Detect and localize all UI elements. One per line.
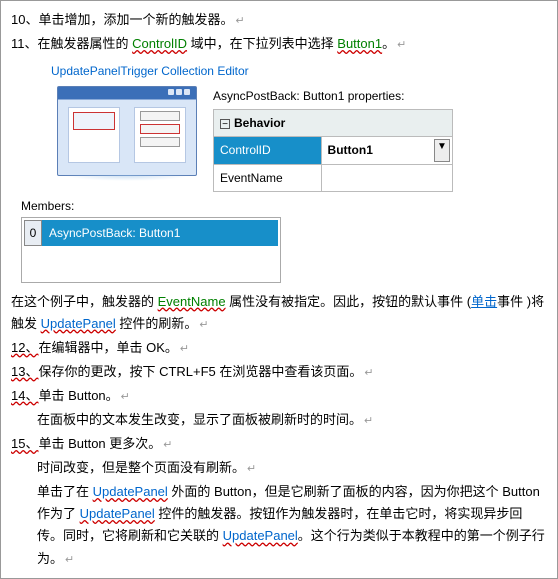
editor-preview: [57, 86, 197, 176]
editor-title: UpdatePanelTrigger Collection Editor: [51, 61, 547, 81]
step-text: 单击 Button。: [38, 388, 118, 403]
step-text: 在编辑器中，单击 OK。: [38, 340, 177, 355]
step-text: 单击增加，添加一个新的触发器。: [38, 12, 233, 27]
window-controls-icon: [168, 89, 190, 95]
member-label: AsyncPostBack: Button1: [42, 220, 278, 246]
return-mark: ↵: [397, 39, 406, 51]
updatepanel-link[interactable]: UpdatePanel: [223, 528, 298, 543]
return-mark: ↵: [364, 415, 373, 427]
t: 控件的刷新。: [116, 316, 198, 331]
explain-para: 在这个例子中，触发器的 EventName 属性没有被指定。因此，按钮的默认事件…: [11, 291, 547, 335]
step-14-sub: 在面板中的文本发生改变，显示了面板被刷新时的时间。↵: [37, 409, 547, 431]
behavior-label: Behavior: [234, 116, 285, 130]
t: 。: [382, 36, 395, 51]
return-mark: ↵: [121, 391, 130, 403]
click-link[interactable]: 单击: [471, 294, 497, 309]
members-listbox[interactable]: 0 AsyncPostBack: Button1: [21, 217, 281, 283]
return-mark: ↵: [163, 439, 172, 451]
updatepanel-link[interactable]: UpdatePanel: [80, 506, 155, 521]
editor-figure: UpdatePanelTrigger Collection Editor Asy…: [11, 61, 547, 282]
step-num: 10、: [11, 12, 38, 27]
step-text: 保存你的更改，按下 CTRL+F5 在浏览器中查看该页面。: [38, 364, 362, 379]
step-num: 14、: [11, 388, 38, 403]
return-mark: ↵: [180, 343, 189, 355]
member-index: 0: [24, 220, 42, 246]
button1-term: Button1: [337, 36, 382, 51]
step-text: 在面板中的文本发生改变，显示了面板被刷新时的时间。: [37, 412, 362, 427]
step-14: 14、单击 Button。↵: [11, 385, 547, 407]
step-15-sub: 时间改变，但是整个页面没有刷新。↵: [37, 457, 547, 479]
step-num: 12、: [11, 340, 38, 355]
preview-selection: [73, 112, 115, 130]
prop-value: Button1: [328, 143, 373, 157]
event-name-row[interactable]: EventName: [214, 164, 453, 191]
eventname-term: EventName: [158, 294, 226, 309]
step-text: 单击 Button 更多次。: [38, 436, 161, 451]
updatepanel-link[interactable]: UpdatePanel: [41, 316, 116, 331]
prop-name: EventName: [220, 171, 283, 185]
step-num: 11、: [11, 36, 38, 51]
properties-pane: AsyncPostBack: Button1 properties: −Beha…: [213, 86, 453, 193]
t: 单击了在: [37, 484, 93, 499]
step-11: 11、在触发器属性的 ControlID 域中，在下拉列表中选择 Button1…: [11, 33, 547, 55]
properties-title: AsyncPostBack: Button1 properties:: [213, 86, 453, 106]
members-label: Members:: [21, 196, 547, 216]
step-text: 时间改变，但是整个页面没有刷新。: [37, 460, 245, 475]
return-mark: ↵: [199, 319, 208, 331]
preview-left-pane: [68, 107, 120, 163]
t: 域中，在下拉列表中选择: [187, 36, 337, 51]
control-id-term: ControlID: [132, 36, 187, 51]
updatepanel-link[interactable]: UpdatePanel: [93, 484, 168, 499]
t: 在这个例子中，触发器的: [11, 294, 158, 309]
step-13: 13、保存你的更改，按下 CTRL+F5 在浏览器中查看该页面。↵: [11, 361, 547, 383]
prop-name: ControlID: [220, 143, 271, 157]
preview-right-pane: [134, 107, 186, 163]
return-mark: ↵: [235, 15, 244, 27]
behavior-header[interactable]: −Behavior: [214, 109, 453, 136]
end-para: 单击了在 UpdatePanel 外面的 Button，但是它刷新了面板的内容，…: [37, 481, 547, 569]
prop-value-empty[interactable]: [321, 164, 452, 191]
step-12: 12、在编辑器中，单击 OK。↵: [11, 337, 547, 359]
properties-table: −Behavior ControlID Button1 ▼ EventName: [213, 109, 453, 192]
return-mark: ↵: [364, 367, 373, 379]
return-mark: ↵: [65, 554, 74, 566]
step-num: 15、: [11, 436, 38, 451]
chevron-down-icon[interactable]: ▼: [434, 139, 450, 161]
return-mark: ↵: [247, 463, 256, 475]
collapse-icon[interactable]: −: [220, 119, 230, 129]
list-item[interactable]: 0 AsyncPostBack: Button1: [24, 220, 278, 246]
step-10: 10、单击增加，添加一个新的触发器。↵: [11, 9, 547, 31]
step-15: 15、单击 Button 更多次。↵: [11, 433, 547, 455]
members-section: Members: 0 AsyncPostBack: Button1: [21, 196, 547, 282]
t: 属性没有被指定。因此，按钮的默认事件 (: [226, 294, 472, 309]
control-id-row[interactable]: ControlID Button1 ▼: [214, 137, 453, 164]
t: 在触发器属性的: [38, 36, 133, 51]
step-num: 13、: [11, 364, 38, 379]
